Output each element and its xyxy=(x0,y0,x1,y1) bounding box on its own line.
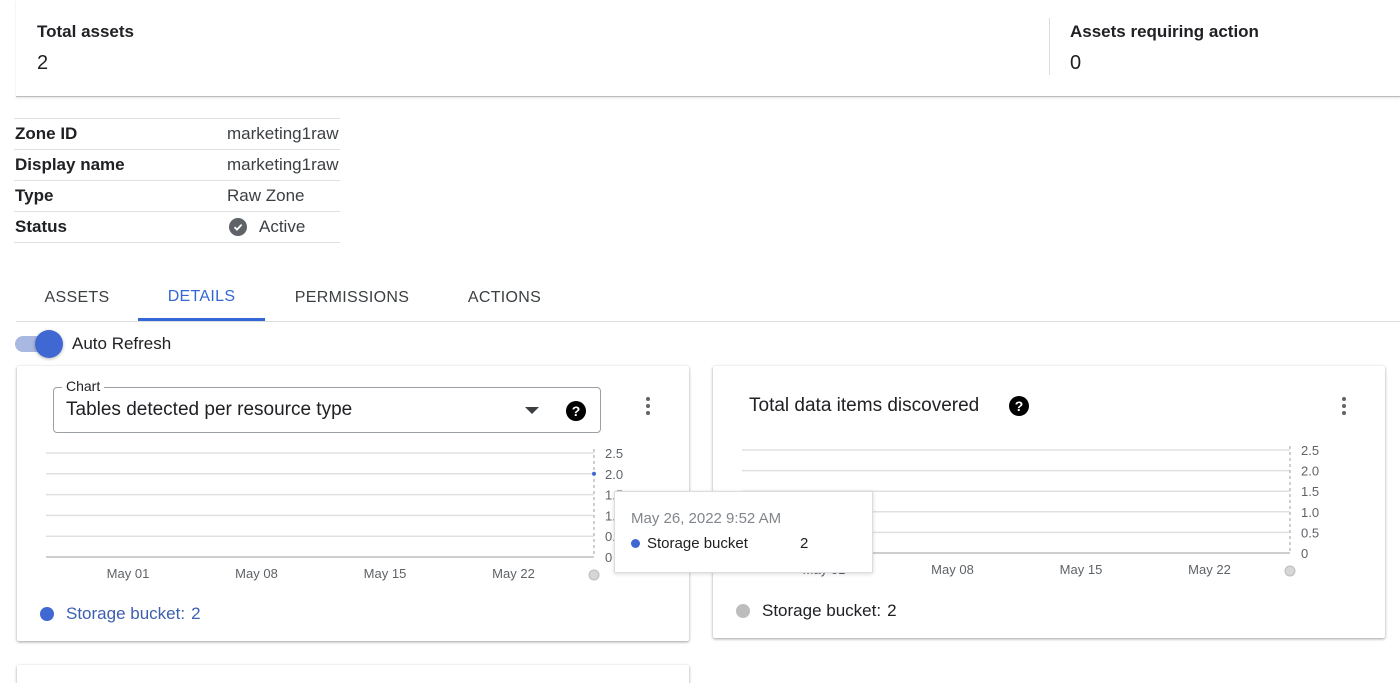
tooltip-value: 2 xyxy=(800,535,809,552)
legend-dot xyxy=(736,604,750,618)
status-text: Active xyxy=(259,217,306,236)
y-tick-label: 1.0 xyxy=(1301,505,1319,520)
tooltip-date: May 26, 2022 9:52 AM xyxy=(631,510,782,527)
auto-refresh-label: Auto Refresh xyxy=(72,334,172,353)
chart-card-third xyxy=(17,665,689,683)
total-assets-value: 2 xyxy=(37,52,49,74)
requiring-action-value: 0 xyxy=(1070,52,1082,74)
tooltip-series-row: Storage bucket xyxy=(631,535,748,552)
x-tick-label: May 22 xyxy=(1188,562,1231,577)
requiring-action-label: Assets requiring action xyxy=(1070,22,1259,41)
x-tick-label: May 15 xyxy=(1060,562,1103,577)
detail-value: marketing1raw xyxy=(227,124,339,143)
legend-storage-bucket[interactable]: Storage bucket: 2 xyxy=(40,604,201,624)
detail-key: Display name xyxy=(15,155,125,174)
chart-tables-plot: 2.52.01.51.00.50May 01May 08May 15May 22 xyxy=(46,446,623,581)
total-assets-label: Total assets xyxy=(37,22,135,41)
legend-storage-bucket[interactable]: Storage bucket: 2 xyxy=(736,601,897,621)
y-tick-label: 2.5 xyxy=(605,446,623,461)
tab-assets[interactable]: ASSETS xyxy=(16,275,138,321)
summary-card: Total assets 2 Assets requiring action 0 xyxy=(16,0,1400,97)
legend-label: Storage bucket: xyxy=(762,601,882,620)
detail-row-zone-id: Zone ID marketing1raw xyxy=(14,119,340,150)
auto-refresh-toggle[interactable] xyxy=(15,330,65,358)
x-tick-label: May 08 xyxy=(235,566,278,581)
detail-value: marketing1raw xyxy=(227,155,339,174)
chart-tooltip: May 26, 2022 9:52 AM Storage bucket 2 xyxy=(614,491,873,573)
x-tick-label: May 08 xyxy=(931,562,974,577)
y-tick-label: 2.5 xyxy=(1301,443,1319,458)
x-tick-label: May 22 xyxy=(492,566,535,581)
detail-value: Active xyxy=(227,217,305,237)
summary-divider xyxy=(1049,18,1050,75)
detail-key: Status xyxy=(15,217,67,236)
y-tick-label: 0 xyxy=(605,550,612,565)
y-tick-label: 2.0 xyxy=(605,467,623,482)
legend-dot xyxy=(40,607,54,621)
legend-value: 2 xyxy=(887,601,897,620)
tooltip-series-dot xyxy=(631,539,640,548)
total-assets-block: Total assets 2 xyxy=(37,22,134,75)
tab-actions[interactable]: ACTIONS xyxy=(439,275,570,321)
y-tick-label: 2.0 xyxy=(1301,464,1319,479)
y-tick-label: 1.5 xyxy=(1301,484,1319,499)
requiring-action-block: Assets requiring action 0 xyxy=(1070,22,1259,75)
legend-value: 2 xyxy=(191,604,201,623)
detail-key: Zone ID xyxy=(15,124,78,143)
detail-row-display-name: Display name marketing1raw xyxy=(14,150,340,181)
legend-label: Storage bucket: xyxy=(66,604,186,623)
detail-key: Type xyxy=(15,186,54,205)
y-tick-label: 0.5 xyxy=(1301,525,1319,540)
detail-row-status: Status Active xyxy=(14,212,340,243)
time-end-marker xyxy=(588,569,600,581)
tab-bar: ASSETS DETAILS PERMISSIONS ACTIONS xyxy=(16,275,1400,322)
tab-details[interactable]: DETAILS xyxy=(138,275,265,321)
toggle-knob xyxy=(35,330,63,358)
detail-value: Raw Zone xyxy=(227,186,305,205)
chart-card-tables: Chart Tables detected per resource type … xyxy=(17,366,689,641)
data-point xyxy=(592,471,596,476)
x-tick-label: May 15 xyxy=(364,566,407,581)
x-tick-label: May 01 xyxy=(107,566,150,581)
check-circle-icon xyxy=(229,218,247,236)
detail-row-type: Type Raw Zone xyxy=(14,181,340,212)
zone-details-table: Zone ID marketing1raw Display name marke… xyxy=(14,118,340,243)
tab-permissions[interactable]: PERMISSIONS xyxy=(265,275,439,321)
tooltip-series-name: Storage bucket xyxy=(647,535,748,552)
time-end-marker xyxy=(1284,565,1296,577)
y-tick-label: 0 xyxy=(1301,546,1308,561)
